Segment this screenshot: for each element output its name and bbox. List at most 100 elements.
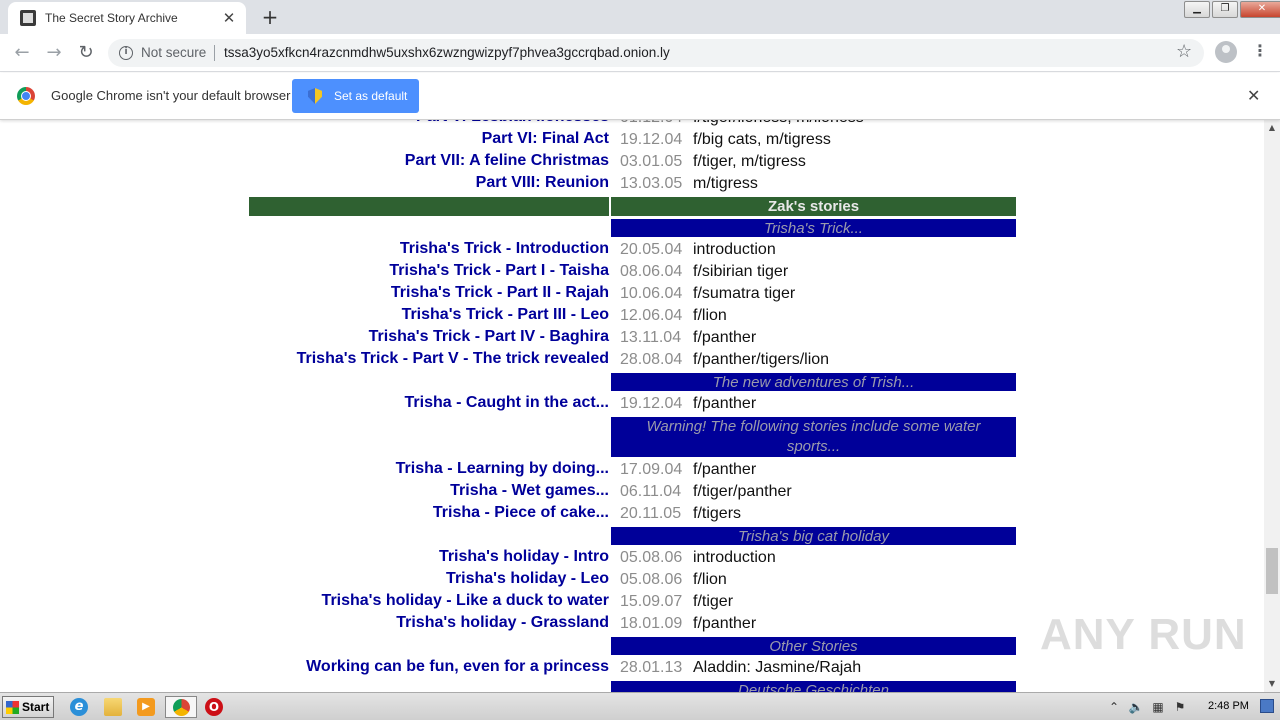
anyrun-watermark: ANY RUN bbox=[1040, 610, 1247, 659]
story-date: 18.01.09 bbox=[620, 615, 683, 632]
story-link[interactable]: Trisha - Learning by doing... bbox=[396, 460, 609, 478]
story-description: f/big cats, m/tigress bbox=[693, 131, 831, 148]
network-icon[interactable]: ▦ bbox=[1150, 699, 1166, 715]
story-date: 08.06.04 bbox=[620, 263, 683, 280]
story-row: Trisha's Trick - Part V - The trick reve… bbox=[0, 349, 1264, 371]
not-secure-label[interactable]: Not secure bbox=[141, 45, 206, 60]
story-link[interactable]: Trisha's holiday - Like a duck to water bbox=[322, 592, 609, 610]
new-tab-button[interactable]: + bbox=[258, 5, 282, 29]
story-link[interactable]: Trisha's Trick - Part IV - Baghira bbox=[369, 328, 609, 346]
system-tray: ⌃ 🔈 ▦ ⚑ bbox=[1106, 693, 1194, 721]
default-browser-infobar: Google Chrome isn't your default browser… bbox=[0, 73, 1280, 120]
story-date: 06.11.04 bbox=[620, 483, 682, 500]
story-description: introduction bbox=[693, 241, 776, 258]
story-link[interactable]: Trisha's Trick - Part I - Taisha bbox=[389, 262, 609, 280]
tab-close-icon[interactable]: ✕ bbox=[220, 9, 238, 27]
page-scrollbar[interactable]: ▲ ▼ bbox=[1264, 120, 1280, 692]
story-row: Trisha - Piece of cake... 20.11.05 f/tiger… bbox=[0, 503, 1264, 525]
section-heading: Deutsche Geschichten bbox=[611, 681, 1016, 692]
story-date: 05.08.06 bbox=[620, 571, 683, 588]
tray-expand-icon[interactable]: ⌃ bbox=[1106, 699, 1122, 715]
infobar-close-icon[interactable]: ✕ bbox=[1247, 86, 1260, 105]
opera-icon[interactable]: O bbox=[205, 698, 223, 716]
story-date: 19.12.04 bbox=[620, 131, 683, 148]
story-link[interactable]: Working can be fun, even for a princess bbox=[306, 658, 609, 676]
story-link[interactable]: Part VI: Final Act bbox=[482, 130, 609, 148]
story-date: 13.03.05 bbox=[620, 175, 683, 192]
page-viewport: Part V: Lesbian lionesses 01.12.04 f/tiger… bbox=[0, 120, 1264, 692]
story-link[interactable]: Part VII: A feline Christmas bbox=[405, 152, 609, 170]
story-description: f/tiger, m/tigress bbox=[693, 153, 806, 170]
volume-icon[interactable]: 🔈 bbox=[1128, 699, 1144, 715]
story-link[interactable]: Part VIII: Reunion bbox=[476, 174, 609, 192]
story-description: f/tiger/panther bbox=[693, 483, 792, 500]
story-link[interactable]: Trisha's Trick - Part V - The trick reve… bbox=[297, 350, 609, 368]
site-favicon-icon bbox=[20, 10, 36, 26]
show-desktop-icon[interactable] bbox=[1260, 699, 1274, 713]
story-description: f/panther bbox=[693, 395, 757, 412]
back-arrow-icon[interactable]: ← bbox=[9, 40, 35, 66]
section-heading: Trisha's Trick... bbox=[611, 219, 1016, 237]
story-description: f/panther bbox=[693, 461, 757, 478]
tab-secret-story-archive[interactable]: The Secret Story Archive ✕ bbox=[8, 2, 246, 34]
story-link[interactable]: Trisha's Trick - Part II - Rajah bbox=[391, 284, 609, 302]
reload-icon[interactable]: ↻ bbox=[73, 40, 99, 66]
set-as-default-button[interactable]: Set as default bbox=[292, 79, 419, 113]
section-heading: Other Stories bbox=[611, 637, 1016, 655]
minimize-button[interactable]: ▁ bbox=[1184, 1, 1210, 18]
story-date: 03.01.05 bbox=[620, 153, 683, 170]
start-button[interactable]: Start bbox=[2, 696, 54, 718]
more-menu-icon[interactable]: ⋮ bbox=[1252, 41, 1268, 60]
media-player-icon[interactable]: ▶ bbox=[137, 698, 155, 716]
story-description: f/sumatra tiger bbox=[693, 285, 796, 302]
section-bar bbox=[249, 197, 609, 216]
close-window-button[interactable]: ✕ bbox=[1240, 1, 1280, 18]
tab-title: The Secret Story Archive bbox=[45, 11, 178, 25]
info-icon[interactable]: i bbox=[119, 46, 133, 60]
scroll-down-icon[interactable]: ▼ bbox=[1264, 676, 1280, 692]
story-description: Aladdin: Jasmine/Rajah bbox=[693, 659, 862, 676]
section-heading: Trisha's big cat holiday bbox=[611, 527, 1016, 545]
story-description: f/sibirian tiger bbox=[693, 263, 789, 280]
story-link[interactable]: Trisha - Piece of cake... bbox=[433, 504, 609, 522]
story-description: introduction bbox=[693, 549, 776, 566]
zak-stories-header: Zak's stories bbox=[611, 197, 1016, 216]
story-row: Trisha's holiday - Intro 05.08.06 introduc… bbox=[0, 547, 1264, 569]
action-center-flag-icon[interactable]: ⚑ bbox=[1172, 699, 1188, 715]
profile-avatar-icon[interactable] bbox=[1215, 41, 1237, 63]
windows-taskbar: Start e ▶ O ⌃ 🔈 ▦ ⚑ 2:48 PM bbox=[0, 692, 1280, 720]
forward-arrow-icon[interactable]: → bbox=[41, 40, 67, 66]
set-as-default-label: Set as default bbox=[334, 89, 408, 103]
story-date: 20.05.04 bbox=[620, 241, 683, 258]
taskbar-clock[interactable]: 2:48 PM bbox=[1208, 700, 1249, 712]
scroll-up-icon[interactable]: ▲ bbox=[1264, 120, 1280, 136]
story-link[interactable]: Trisha's holiday - Leo bbox=[446, 570, 609, 588]
story-link[interactable]: Trisha's Trick - Part III - Leo bbox=[402, 306, 609, 324]
address-bar[interactable]: i Not secure tssa3yo5xfkcn4razcnmdhw5uxs… bbox=[108, 39, 1204, 67]
story-date: 13.11.04 bbox=[620, 329, 682, 346]
story-link[interactable]: Trisha - Wet games... bbox=[450, 482, 609, 500]
browser-toolbar: ← → ↻ i Not secure tssa3yo5xfkcn4razcnmd… bbox=[0, 34, 1280, 72]
chrome-taskbar-button[interactable] bbox=[165, 696, 197, 718]
story-link[interactable]: Trisha's holiday - Grassland bbox=[396, 614, 609, 632]
file-explorer-icon[interactable] bbox=[104, 698, 122, 716]
chrome-taskbar-icon bbox=[173, 699, 190, 716]
story-link[interactable]: Trisha's Trick - Introduction bbox=[400, 240, 609, 258]
scroll-thumb[interactable] bbox=[1266, 548, 1278, 594]
story-link[interactable]: Trisha's holiday - Intro bbox=[439, 548, 609, 566]
section-heading: The new adventures of Trish... bbox=[611, 373, 1016, 391]
internet-explorer-icon[interactable]: e bbox=[70, 698, 88, 716]
story-link[interactable]: Part V: Lesbian lionesses bbox=[416, 120, 609, 126]
bookmark-star-icon[interactable]: ☆ bbox=[1176, 41, 1192, 62]
story-row: Trisha's Trick - Part IV - Baghira 13.11.… bbox=[0, 327, 1264, 349]
story-link[interactable]: Trisha - Caught in the act... bbox=[405, 394, 609, 412]
restore-button[interactable]: ❐ bbox=[1212, 1, 1238, 18]
story-description: f/panther bbox=[693, 615, 757, 632]
start-label: Start bbox=[22, 700, 50, 714]
url-text[interactable]: tssa3yo5xfkcn4razcnmdhw5uxshx6zwzngwizpy… bbox=[224, 45, 670, 60]
story-date: 19.12.04 bbox=[620, 395, 683, 412]
tab-strip: The Secret Story Archive ✕ + ▁ ❐ ✕ bbox=[0, 0, 1280, 34]
story-date: 17.09.04 bbox=[620, 461, 683, 478]
windows-logo-icon bbox=[6, 700, 19, 714]
story-row: Part VII: A feline Christmas 03.01.05 f/ti… bbox=[0, 151, 1264, 173]
